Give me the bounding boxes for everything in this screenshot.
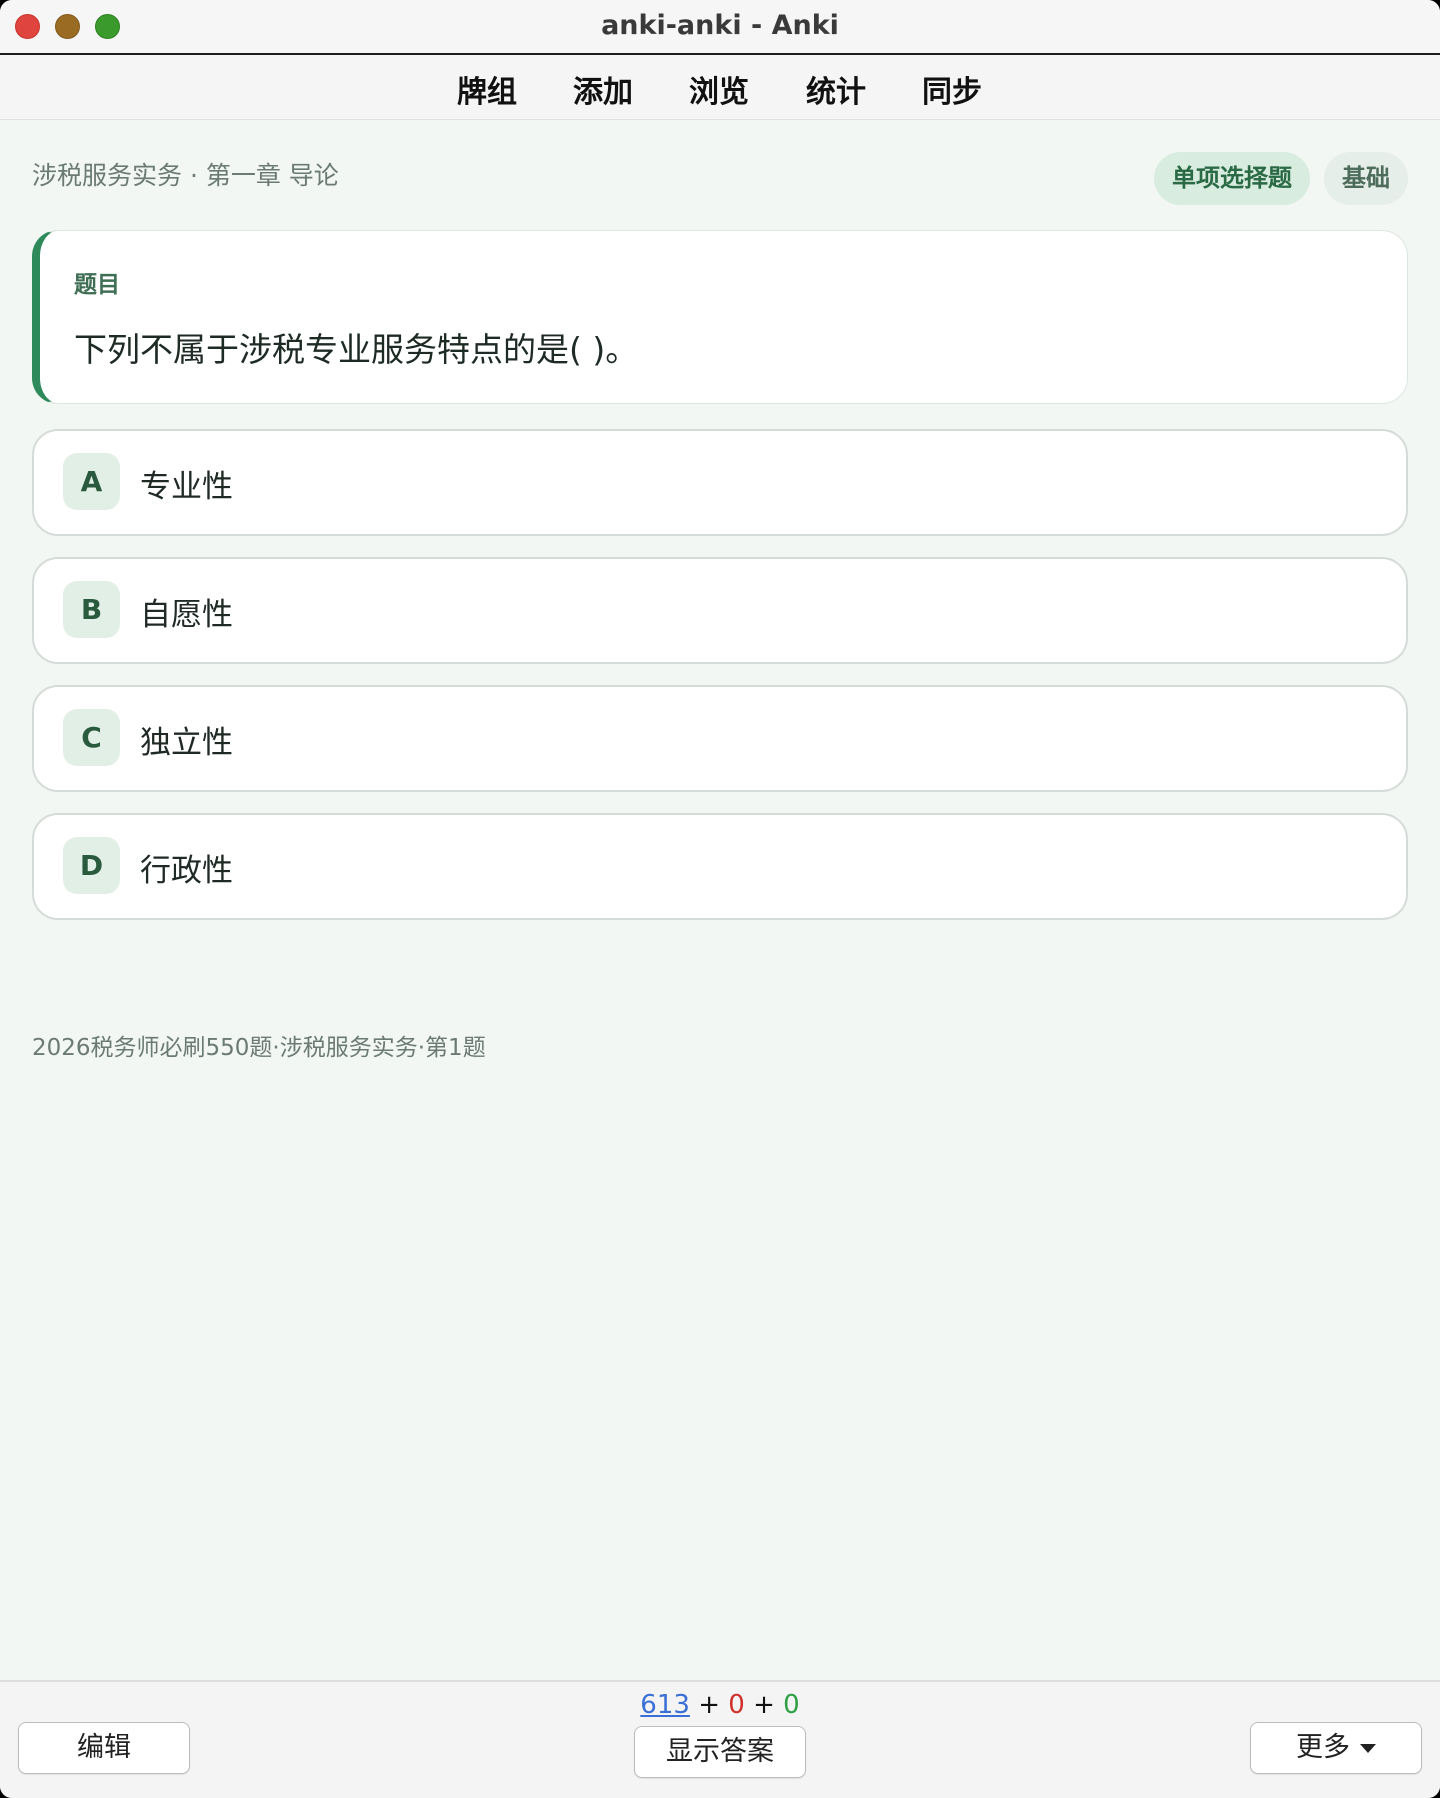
- show-answer-button[interactable]: 显示答案: [634, 1726, 806, 1778]
- deck-breadcrumb: 涉税服务实务 · 第一章 导论: [32, 161, 339, 190]
- option-letter: A: [63, 453, 120, 510]
- review-count: 0: [783, 1690, 800, 1720]
- chevron-down-icon: [1360, 1744, 1376, 1753]
- toolbar-decks[interactable]: 牌组: [457, 67, 517, 111]
- toolbar-browse[interactable]: 浏览: [689, 67, 749, 111]
- option-letter: C: [63, 709, 120, 766]
- option-c[interactable]: C 独立性: [32, 685, 1408, 792]
- option-a[interactable]: A 专业性: [32, 429, 1408, 536]
- option-d[interactable]: D 行政性: [32, 813, 1408, 920]
- question-card: 题目 下列不属于涉税专业服务特点的是( )。: [32, 230, 1408, 404]
- more-button[interactable]: 更多: [1250, 1722, 1422, 1774]
- edit-button[interactable]: 编辑: [18, 1722, 190, 1774]
- option-text: 专业性: [140, 469, 233, 505]
- anki-window: anki-anki - Anki 牌组 添加 浏览 统计 同步 涉税服务实务 ·…: [0, 0, 1440, 1798]
- option-text: 自愿性: [140, 597, 233, 633]
- count-separator: +: [753, 1690, 775, 1720]
- title-bar: anki-anki - Anki: [0, 0, 1440, 55]
- window-title: anki-anki - Anki: [601, 10, 839, 41]
- option-b[interactable]: B 自愿性: [32, 557, 1408, 664]
- more-button-label: 更多: [1296, 1732, 1350, 1763]
- option-text: 行政性: [140, 853, 233, 889]
- option-text: 独立性: [140, 725, 233, 761]
- count-separator: +: [698, 1690, 720, 1720]
- toolbar-sync[interactable]: 同步: [922, 67, 982, 111]
- question-type-badge: 单项选择题: [1154, 152, 1310, 205]
- due-counts: 613 + 0 + 0: [0, 1690, 1440, 1720]
- learn-count: 0: [728, 1690, 745, 1720]
- card-source: 2026税务师必刷550题·涉税服务实务·第1题: [32, 1035, 486, 1061]
- main-toolbar: 牌组 添加 浏览 统计 同步: [0, 55, 1440, 120]
- question-text: 下列不属于涉税专业服务特点的是( )。: [74, 330, 639, 369]
- review-bottom-bar: 613 + 0 + 0 编辑 显示答案 更多: [0, 1680, 1440, 1798]
- difficulty-badge: 基础: [1324, 152, 1408, 205]
- question-label: 题目: [74, 272, 120, 298]
- option-letter: D: [63, 837, 120, 894]
- toolbar-stats[interactable]: 统计: [806, 67, 866, 111]
- option-letter: B: [63, 581, 120, 638]
- new-count[interactable]: 613: [640, 1690, 690, 1720]
- toolbar-add[interactable]: 添加: [573, 67, 633, 111]
